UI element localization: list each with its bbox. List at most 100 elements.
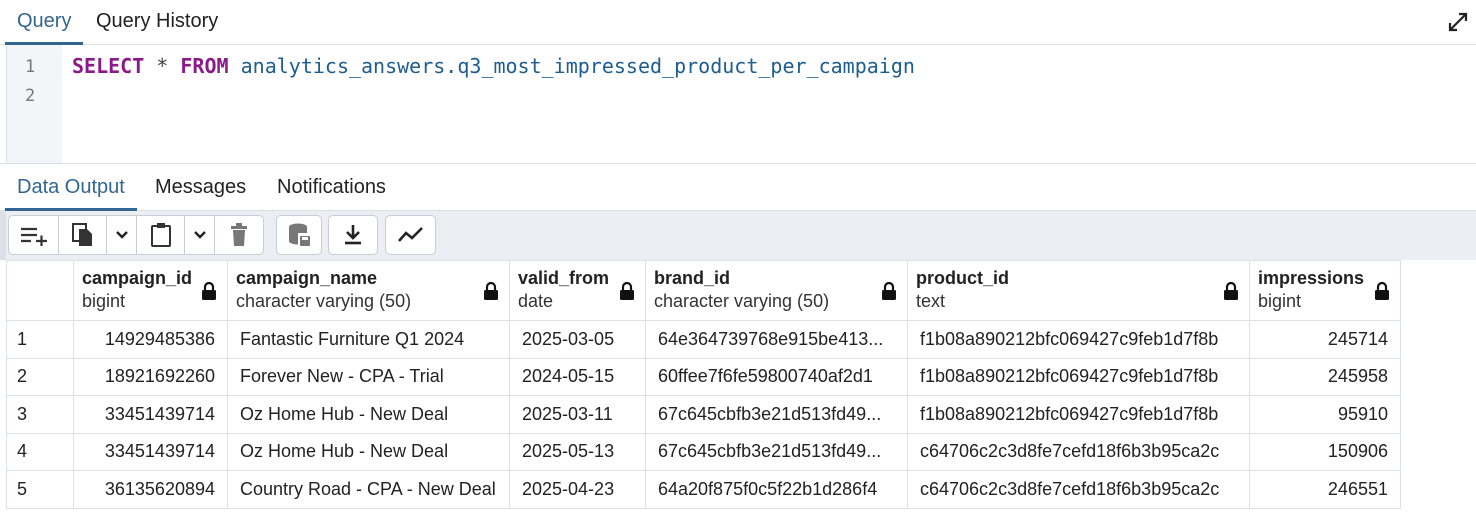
query-tabs: Query Query History <box>0 0 1476 45</box>
row-number-header[interactable] <box>6 260 74 321</box>
column-type: character varying (50) <box>654 291 830 311</box>
cell-product-id[interactable]: c64706c2c3d8fe7cefd18f6b3b95ca2c <box>907 432 1250 471</box>
column-name: brand_id <box>654 268 731 288</box>
cell-impressions[interactable]: 245958 <box>1249 357 1401 396</box>
keyword-from: FROM <box>180 54 229 78</box>
lock-icon <box>1375 281 1389 300</box>
cell-valid-from[interactable]: 2024-05-15 <box>509 357 646 396</box>
table-identifier: analytics_answers.q3_most_impressed_prod… <box>240 54 915 78</box>
row-number[interactable]: 4 <box>6 432 74 471</box>
cell-campaign-name[interactable]: Country Road - CPA - New Deal <box>227 470 510 509</box>
download-button[interactable] <box>329 216 377 254</box>
save-data-button[interactable] <box>277 216 321 254</box>
data-toolbar <box>0 211 1476 260</box>
output-tabs: Data Output Messages Notifications <box>0 164 1476 211</box>
cell-impressions[interactable]: 150906 <box>1249 432 1401 471</box>
cell-product-id[interactable]: c64706c2c3d8fe7cefd18f6b3b95ca2c <box>907 470 1250 509</box>
row-number[interactable]: 3 <box>6 395 74 434</box>
column-type: bigint <box>82 291 126 311</box>
row-number[interactable]: 1 <box>6 320 74 359</box>
cell-product-id[interactable]: f1b08a890212bfc069427c9feb1d7f8b <box>907 320 1250 359</box>
line-number: 1 <box>25 57 36 77</box>
save-data-group <box>276 215 322 255</box>
cell-campaign-id[interactable]: 33451439714 <box>73 432 228 471</box>
column-type: text <box>916 291 946 311</box>
cell-valid-from[interactable]: 2025-05-13 <box>509 432 646 471</box>
table-row[interactable]: 3 33451439714 Oz Home Hub - New Deal 202… <box>6 395 1401 434</box>
table-row[interactable]: 4 33451439714 Oz Home Hub - New Deal 202… <box>6 432 1401 471</box>
row-number[interactable]: 5 <box>6 470 74 509</box>
cell-campaign-id[interactable]: 14929485386 <box>73 320 228 359</box>
cell-product-id[interactable]: f1b08a890212bfc069427c9feb1d7f8b <box>907 357 1250 396</box>
lock-icon <box>620 281 634 300</box>
column-name: campaign_name <box>236 268 378 288</box>
paste-icon <box>150 223 171 247</box>
cell-campaign-id[interactable]: 18921692260 <box>73 357 228 396</box>
cell-campaign-id[interactable]: 36135620894 <box>73 470 228 509</box>
line-number: 2 <box>25 86 36 106</box>
cell-campaign-name[interactable]: Fantastic Furniture Q1 2024 <box>227 320 510 359</box>
copy-button[interactable] <box>59 216 107 254</box>
tab-notifications[interactable]: Notifications <box>277 164 386 210</box>
cell-impressions[interactable]: 245714 <box>1249 320 1401 359</box>
code-line[interactable]: SELECT * FROM analytics_answers.q3_most_… <box>72 54 915 78</box>
delete-button[interactable] <box>215 216 263 254</box>
row-number[interactable]: 2 <box>6 357 74 396</box>
table-row[interactable]: 1 14929485386 Fantastic Furniture Q1 202… <box>6 320 1401 359</box>
tab-messages[interactable]: Messages <box>155 164 246 210</box>
lock-icon <box>202 281 216 300</box>
add-row-button[interactable] <box>9 216 59 254</box>
download-icon <box>345 225 361 245</box>
lock-icon <box>882 281 896 300</box>
cell-product-id[interactable]: f1b08a890212bfc069427c9feb1d7f8b <box>907 395 1250 434</box>
column-header-impressions[interactable]: impressions bigint <box>1249 260 1401 321</box>
paste-button[interactable] <box>137 216 185 254</box>
cell-campaign-name[interactable]: Oz Home Hub - New Deal <box>227 395 510 434</box>
cell-valid-from[interactable]: 2025-03-05 <box>509 320 646 359</box>
cell-brand-id[interactable]: 67c645cbfb3e21d513fd49... <box>645 432 908 471</box>
cell-valid-from[interactable]: 2025-03-11 <box>509 395 646 434</box>
column-header-campaign-id[interactable]: campaign_id bigint <box>73 260 228 321</box>
download-group <box>328 215 378 255</box>
chevron-down-icon <box>193 231 206 239</box>
table-row[interactable]: 5 36135620894 Country Road - CPA - New D… <box>6 470 1401 509</box>
cell-campaign-name[interactable]: Oz Home Hub - New Deal <box>227 432 510 471</box>
tab-query-history[interactable]: Query History <box>96 0 218 44</box>
edit-button-group <box>8 215 264 255</box>
keyword-select: SELECT <box>72 54 145 78</box>
line-gutter: 1 2 <box>6 45 62 163</box>
tab-query[interactable]: Query <box>4 0 85 45</box>
cell-campaign-name[interactable]: Forever New - CPA - Trial <box>227 357 510 396</box>
cell-brand-id[interactable]: 64a20f875f0c5f22b1d286f4 <box>645 470 908 509</box>
graph-group <box>385 215 436 255</box>
paste-options-button[interactable] <box>185 216 215 254</box>
operator-star: * <box>156 54 169 78</box>
cell-brand-id[interactable]: 67c645cbfb3e21d513fd49... <box>645 395 908 434</box>
column-type: bigint <box>1258 291 1302 311</box>
cell-impressions[interactable]: 246551 <box>1249 470 1401 509</box>
header-row: campaign_id bigint campaign_name charact… <box>6 260 1401 321</box>
copy-options-button[interactable] <box>107 216 137 254</box>
add-row-icon <box>20 227 47 246</box>
column-header-campaign-name[interactable]: campaign_name character varying (50) <box>227 260 510 321</box>
column-name: product_id <box>916 268 1009 288</box>
cell-brand-id[interactable]: 60ffee7f6fe59800740af2d1 <box>645 357 908 396</box>
cell-campaign-id[interactable]: 33451439714 <box>73 395 228 434</box>
cell-impressions[interactable]: 95910 <box>1249 395 1401 434</box>
delete-icon <box>231 223 247 246</box>
column-name: impressions <box>1258 268 1365 288</box>
column-header-valid-from[interactable]: valid_from date <box>509 260 646 321</box>
expand-icon[interactable] <box>1446 10 1470 34</box>
chevron-down-icon <box>115 231 128 239</box>
column-name: campaign_id <box>82 268 193 288</box>
lock-icon <box>1224 281 1238 300</box>
graph-visualiser-button[interactable] <box>386 216 435 254</box>
cell-valid-from[interactable]: 2025-04-23 <box>509 470 646 509</box>
sql-editor[interactable]: 1 2 SELECT * FROM analytics_answers.q3_m… <box>0 45 1476 164</box>
lock-icon <box>484 281 498 300</box>
table-row[interactable]: 2 18921692260 Forever New - CPA - Trial … <box>6 357 1401 396</box>
column-header-product-id[interactable]: product_id text <box>907 260 1250 321</box>
cell-brand-id[interactable]: 64e364739768e915be413... <box>645 320 908 359</box>
column-header-brand-id[interactable]: brand_id character varying (50) <box>645 260 908 321</box>
tab-data-output[interactable]: Data Output <box>5 164 137 211</box>
